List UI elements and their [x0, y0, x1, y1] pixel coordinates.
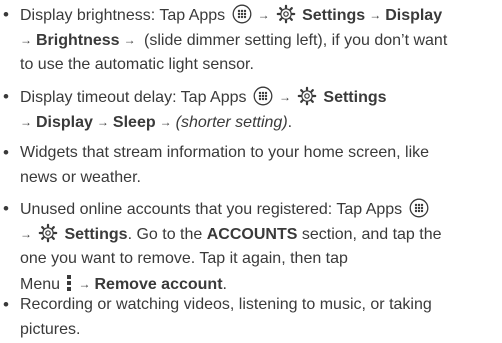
bullet: •: [3, 5, 9, 24]
tips-page: • Display brightness: Tap Apps → Setting…: [0, 0, 502, 343]
settings-gear-icon: [297, 86, 317, 113]
arrow-icon: →: [20, 227, 32, 241]
arrow-icon: →: [278, 90, 291, 104]
arrow-icon: →: [159, 115, 172, 129]
menu-label: Menu: [20, 276, 61, 293]
tip-line: → Settings. Go to the ACCOUNTS section, …: [20, 223, 442, 250]
bullet: •: [3, 295, 9, 314]
arrow-icon: →: [96, 115, 109, 129]
apps-icon: [253, 86, 273, 113]
tip-text: Display brightness: Tap Apps: [20, 7, 226, 24]
tip-text: one you want to remove. Tap it again, th…: [20, 250, 348, 267]
settings-gear-icon: [276, 4, 296, 31]
arrow-icon: →: [257, 8, 270, 22]
tip-text: Widgets that stream information to your …: [20, 144, 430, 161]
tip-text: section, and tap the: [297, 226, 442, 243]
tip-line: to use the automatic light sensor.: [20, 54, 254, 76]
apps-icon: [409, 198, 429, 225]
apps-icon: [232, 4, 252, 31]
tip-text: . Go to the: [127, 226, 207, 243]
arrow-icon: →: [20, 115, 32, 129]
arrow-icon: →: [123, 33, 136, 47]
tip-line: news or weather.: [20, 167, 141, 189]
display-label: Display: [385, 7, 443, 24]
tip-text: .: [222, 276, 227, 293]
tip-line: one you want to remove. Tap it again, th…: [20, 248, 348, 270]
tip-text: to use the automatic light sensor.: [20, 56, 254, 73]
tip-text: pictures.: [20, 321, 81, 338]
bullet: •: [3, 143, 9, 162]
arrow-icon: →: [78, 277, 91, 291]
tip-text: .: [287, 114, 293, 131]
tip-line: Display brightness: Tap Apps → Settings →…: [20, 4, 442, 31]
tip-line: Display timeout delay: Tap Apps → Settin…: [20, 86, 387, 113]
tip-text: Display timeout delay: Tap Apps: [20, 89, 247, 106]
sleep-label: Sleep: [112, 114, 156, 131]
settings-gear-icon: [38, 223, 58, 250]
arrow-icon: →: [369, 8, 382, 22]
settings-label: Settings: [323, 89, 387, 106]
bullet: •: [3, 87, 9, 106]
remove-account-label: Remove account: [94, 276, 223, 293]
display-label: Display: [36, 114, 93, 131]
tip-line: → Display → Sleep → (shorter setting).: [20, 111, 292, 134]
tip-line: Recording or watching videos, listening …: [20, 294, 432, 316]
accounts-label: ACCOUNTS: [206, 226, 298, 243]
tip-text: news or weather.: [20, 169, 141, 186]
tip-line: Unused online accounts that you register…: [20, 198, 431, 225]
arrow-icon: →: [20, 33, 32, 47]
tip-line: → Brightness → (slide dimmer setting left)…: [20, 29, 447, 52]
shorter-setting-text: (shorter setting): [175, 114, 288, 131]
tip-line: pictures.: [20, 319, 80, 341]
settings-label: Settings: [302, 7, 366, 24]
tip-text: Unused online accounts that you register…: [20, 201, 403, 218]
tip-text: (slide dimmer setting left), if you don’…: [139, 32, 448, 49]
tip-text: Recording or watching videos, listening …: [20, 296, 432, 313]
tip-line: Widgets that stream information to your …: [20, 142, 429, 164]
settings-label: Settings: [64, 226, 128, 243]
bullet: •: [3, 199, 9, 218]
brightness-label: Brightness: [36, 32, 120, 49]
